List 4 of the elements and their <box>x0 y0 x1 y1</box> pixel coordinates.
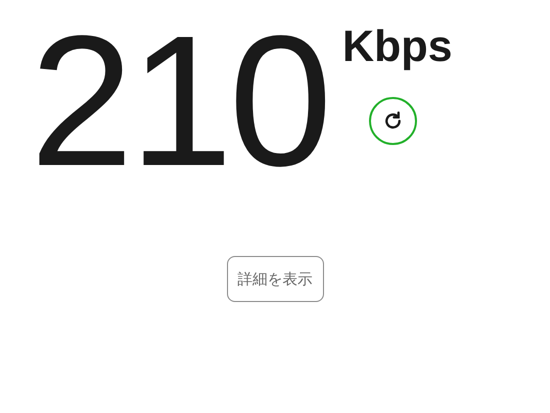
speed-unit: Kbps <box>342 25 452 69</box>
show-details-button[interactable]: 詳細を表示 <box>226 256 324 302</box>
speed-value: 210 <box>30 9 328 195</box>
refresh-button[interactable] <box>369 97 418 145</box>
